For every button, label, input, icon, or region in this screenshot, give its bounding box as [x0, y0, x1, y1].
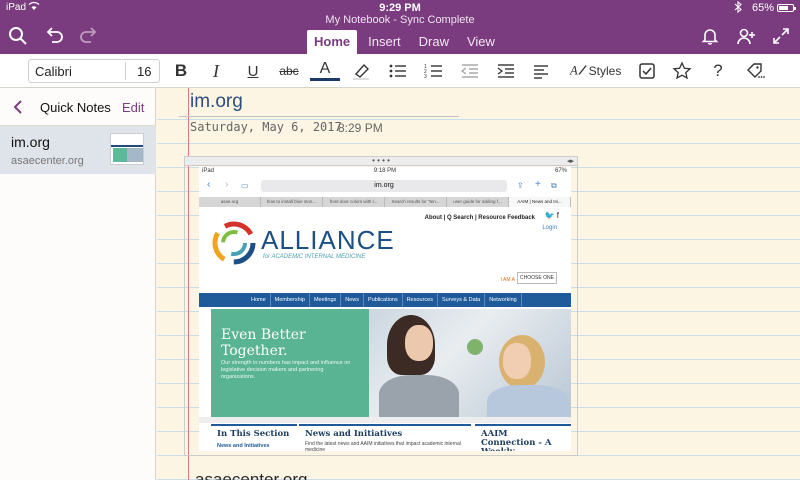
clock: 9:29 PM: [379, 2, 421, 14]
page-date: Saturday, May 6, 2017: [190, 120, 342, 134]
browser-forward-icon: ›: [225, 179, 229, 190]
checkbox-tag-icon[interactable]: [632, 59, 662, 83]
section-divider: [199, 417, 571, 423]
tab-home[interactable]: Home: [307, 30, 358, 54]
hero-photo: [369, 309, 571, 417]
bookmarks-icon: ▭: [241, 181, 249, 190]
site-nav-menu: Home Membership Meetings News Publicatio…: [199, 293, 571, 307]
ribbon-tabs: Home Insert Draw View: [307, 30, 506, 54]
battery-icon: [777, 4, 796, 12]
page-list-item[interactable]: im.org asaecenter.org: [0, 126, 156, 174]
strikethrough-button[interactable]: abc: [274, 59, 304, 83]
hero-heading: Even Better Together.: [221, 327, 306, 359]
tag-more-icon[interactable]: [740, 59, 770, 83]
browser-tabs-icon: ⧉: [551, 181, 557, 190]
help-icon[interactable]: ?: [703, 59, 733, 83]
home-ribbon: Calibri 16 B I U abc A 123 A Styles ?: [0, 54, 800, 88]
browser-share-icon: ⇪: [517, 181, 524, 190]
browser-url-bar: im.org: [261, 180, 507, 192]
next-note-title[interactable]: asaecenter.org: [195, 470, 307, 480]
italic-button[interactable]: I: [201, 59, 231, 83]
svg-text:3: 3: [424, 74, 427, 80]
title-divider: [179, 116, 459, 117]
redo-icon[interactable]: [77, 24, 101, 48]
tab-insert[interactable]: Insert: [361, 30, 408, 54]
bold-button[interactable]: B: [166, 59, 196, 83]
card-news: News and Initiatives Find the latest new…: [299, 424, 471, 451]
browser-new-tab-icon: +: [535, 179, 541, 190]
share-add-person-icon[interactable]: [734, 24, 758, 48]
battery-percent: 65%: [751, 2, 774, 14]
numbered-list-icon[interactable]: 123: [419, 59, 449, 83]
site-brand: ALLIANCE: [261, 225, 395, 255]
bullet-list-icon[interactable]: [383, 59, 413, 83]
font-color-button[interactable]: A: [310, 59, 340, 81]
page-time: 8:29 PM: [338, 121, 383, 135]
font-size[interactable]: 16: [137, 64, 151, 79]
site-brand-sub: for ACADEMIC INTERNAL MEDICINE: [263, 254, 366, 260]
star-tag-icon[interactable]: [667, 59, 697, 83]
styles-button[interactable]: A Styles: [564, 59, 626, 83]
tab-draw[interactable]: Draw: [412, 30, 456, 54]
page-item-subtitle: asaecenter.org: [11, 155, 84, 167]
site-choose-one: CHOOSE ONE: [517, 272, 557, 284]
document-title: My Notebook - Sync Complete: [325, 14, 475, 26]
social-icons: 🐦 f: [544, 211, 559, 220]
align-left-icon[interactable]: [526, 59, 556, 83]
search-icon[interactable]: [6, 24, 30, 48]
undo-icon[interactable]: [42, 24, 66, 48]
back-chevron-icon[interactable]: [10, 97, 28, 117]
styles-label: Styles: [588, 64, 622, 78]
sidebar-header: Quick Notes Edit: [0, 88, 156, 126]
outdent-icon[interactable]: [455, 59, 485, 83]
site-i-am-a: I AM A: [500, 277, 515, 283]
drag-handle[interactable]: • • • •: [185, 157, 577, 166]
indent-icon[interactable]: [491, 59, 521, 83]
page-list-sidebar: Quick Notes Edit im.org asaecenter.org: [0, 88, 156, 480]
website-screenshot: iPad 9:18 PM 67% ‹ › ▭ im.org ⇪ + ⧉ asae…: [199, 167, 571, 451]
font-divider: [125, 62, 126, 80]
note-page-canvas[interactable]: im.org Saturday, May 6, 2017 8:29 PM • •…: [157, 88, 800, 480]
font-selector[interactable]: Calibri 16: [28, 59, 160, 83]
card-in-this-section: In This Section News and Initiatives: [211, 424, 297, 451]
edit-button[interactable]: Edit: [122, 100, 144, 115]
site-login: Login: [542, 225, 557, 231]
styles-icon: A: [569, 61, 589, 82]
resize-arrows-icon[interactable]: ◂▸: [567, 157, 574, 165]
notification-bell-icon[interactable]: [698, 24, 722, 48]
browser-back-icon: ‹: [207, 179, 211, 190]
page-title[interactable]: im.org: [190, 91, 243, 113]
site-top-links: About | Q Search | Resource Feedback: [424, 215, 535, 221]
app-header: iPad 9:29 PM 65% My Notebook - Sync Comp…: [0, 0, 800, 54]
alliance-logo-icon: [212, 221, 256, 265]
font-name[interactable]: Calibri: [35, 64, 72, 79]
screenshot-status-bar: iPad 9:18 PM 67%: [202, 168, 567, 174]
browser-tab-strip: asae.org how to install blue ston... fro…: [199, 197, 571, 207]
section-title: Quick Notes: [40, 100, 111, 115]
embedded-screenshot[interactable]: • • • • ◂▸ iPad 9:18 PM 67% ‹ › ▭ im.org…: [184, 156, 578, 456]
expand-icon[interactable]: [769, 24, 793, 48]
svg-text:A: A: [569, 63, 578, 77]
page-thumbnail: [110, 133, 144, 165]
hero-text: Our strength in numbers has impact and i…: [221, 360, 351, 380]
card-newsletter: AAIM Connection - A Weekly Newsletter: [475, 424, 571, 451]
tab-view[interactable]: View: [460, 30, 502, 54]
highlighter-icon[interactable]: [346, 59, 376, 83]
underline-button[interactable]: U: [238, 59, 268, 83]
page-item-title: im.org: [11, 134, 50, 150]
